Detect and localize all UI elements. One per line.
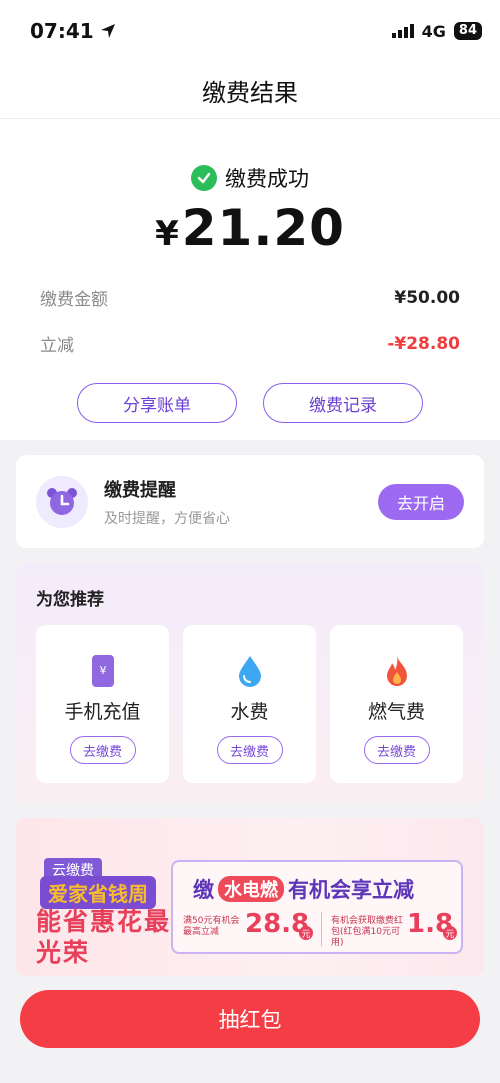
nav-bar: 缴费结果 bbox=[0, 62, 500, 118]
success-status: 缴费成功 bbox=[0, 163, 500, 193]
location-arrow-icon bbox=[100, 24, 115, 38]
reminder-card: 缴费提醒 及时提醒，方便省心 去开启 bbox=[16, 455, 484, 548]
banner-headline: 缴 水电燃 有机会享立减 bbox=[193, 874, 414, 904]
amount-value: 21.20 bbox=[181, 199, 345, 257]
pay-phone-button[interactable]: 去缴费 bbox=[69, 736, 136, 764]
water-drop-icon bbox=[235, 653, 265, 689]
recommend-item-label: 燃气费 bbox=[367, 701, 425, 723]
status-time: 07:41 bbox=[30, 19, 116, 43]
offer2-unit: 元 bbox=[443, 926, 457, 940]
check-icon bbox=[191, 165, 217, 191]
detail-row-amount: 缴费金额 ¥50.00 bbox=[40, 285, 460, 311]
offer-divider bbox=[321, 912, 322, 946]
reminder-text: 缴费提醒 及时提醒，方便省心 bbox=[104, 476, 378, 528]
signal-icon bbox=[391, 24, 414, 38]
share-bill-button[interactable]: 分享账单 bbox=[77, 383, 237, 423]
network-label: 4G bbox=[421, 21, 446, 41]
reminder-title: 缴费提醒 bbox=[104, 479, 176, 501]
banner-offer-box: 缴 水电燃 有机会享立减 满50元有机会最高立减 28.8 元 有机会获取缴费红… bbox=[171, 860, 463, 954]
detail-label: 立减 bbox=[40, 336, 74, 356]
recommend-item-gas[interactable]: 燃气费 去缴费 bbox=[330, 625, 463, 783]
paid-amount: ¥21.20 bbox=[0, 199, 500, 257]
headline-prefix: 缴 bbox=[193, 878, 214, 902]
offer1-text: 满50元有机会最高立减 bbox=[183, 916, 240, 937]
reminder-subtitle: 及时提醒，方便省心 bbox=[104, 510, 230, 527]
success-text: 缴费成功 bbox=[225, 167, 309, 191]
headline-suffix: 有机会享立减 bbox=[288, 878, 414, 902]
recommend-section: 为您推荐 ¥ 手机充值 去缴费 水费 去缴费 燃气费 去缴费 bbox=[16, 563, 484, 803]
time-text: 07:41 bbox=[30, 19, 94, 43]
banner-week: 爱家省钱周 bbox=[40, 876, 156, 909]
pay-gas-button[interactable]: 去缴费 bbox=[363, 736, 430, 764]
status-indicators: 4G 84 bbox=[391, 21, 482, 41]
recommend-item-water[interactable]: 水费 去缴费 bbox=[183, 625, 316, 783]
action-buttons: 分享账单 缴费记录 bbox=[0, 383, 500, 423]
detail-value: -¥28.80 bbox=[387, 333, 460, 354]
status-bar: 07:41 4G 84 bbox=[0, 0, 500, 62]
draw-red-packet-button[interactable]: 抽红包 bbox=[20, 990, 480, 1048]
pay-water-button[interactable]: 去缴费 bbox=[216, 736, 283, 764]
flame-icon bbox=[382, 653, 412, 689]
enable-reminder-button[interactable]: 去开启 bbox=[378, 483, 464, 520]
svg-text:¥: ¥ bbox=[99, 664, 106, 677]
headline-highlight: 水电燃 bbox=[218, 876, 284, 902]
detail-label: 缴费金额 bbox=[40, 290, 108, 310]
payment-records-button[interactable]: 缴费记录 bbox=[263, 383, 423, 423]
currency-symbol: ¥ bbox=[155, 214, 180, 254]
recommend-item-label: 手机充值 bbox=[64, 701, 141, 723]
result-card: 缴费成功 ¥21.20 缴费金额 ¥50.00 立减 -¥28.80 分享账单 … bbox=[0, 118, 500, 440]
promo-banner[interactable]: 云缴费 爱家省钱周 能省惠花最光荣 缴 水电燃 有机会享立减 满50元有机会最高… bbox=[16, 818, 484, 976]
detail-value: ¥50.00 bbox=[394, 287, 460, 308]
offer2-text: 有机会获取缴费红包(红包满10元可用) bbox=[331, 916, 404, 948]
page-title: 缴费结果 bbox=[202, 78, 298, 107]
offer1-unit: 元 bbox=[299, 926, 313, 940]
recommend-list: ¥ 手机充值 去缴费 水费 去缴费 燃气费 去缴费 bbox=[36, 625, 463, 783]
alarm-clock-icon bbox=[36, 475, 88, 528]
recommend-title: 为您推荐 bbox=[36, 590, 104, 610]
banner-slogan: 能省惠花最光荣 bbox=[36, 907, 172, 967]
phone-recharge-icon: ¥ bbox=[91, 653, 115, 689]
detail-row-discount: 立减 -¥28.80 bbox=[40, 331, 460, 357]
recommend-item-phone[interactable]: ¥ 手机充值 去缴费 bbox=[36, 625, 169, 783]
battery-icon: 84 bbox=[453, 22, 482, 40]
recommend-item-label: 水费 bbox=[230, 701, 269, 723]
